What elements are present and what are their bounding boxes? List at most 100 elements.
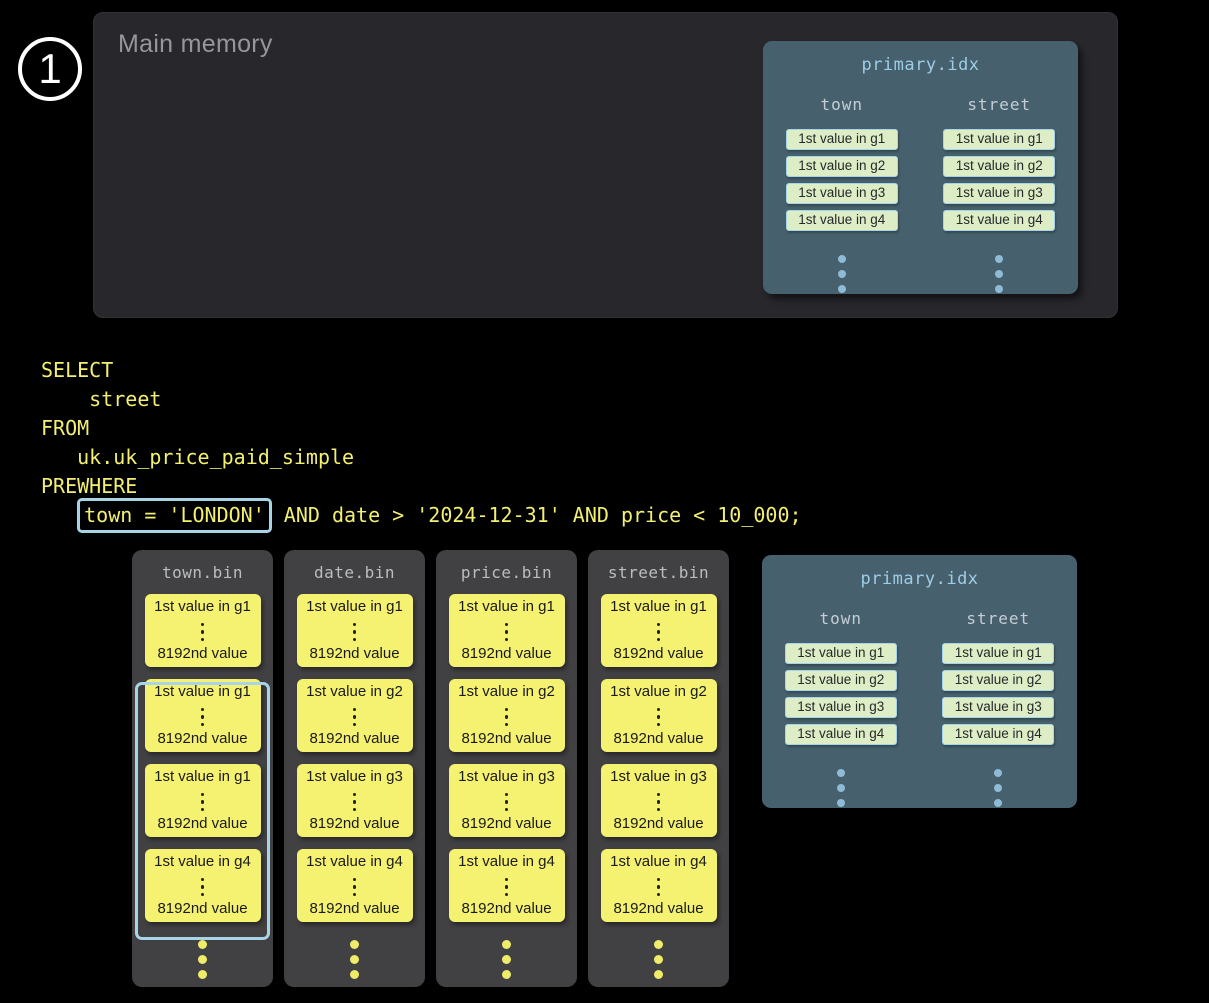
granule-first-value: 1st value in g1: [458, 598, 555, 615]
ellipsis-dots-icon: [657, 704, 661, 727]
granule-block: 1st value in g3 8192nd value: [601, 764, 717, 837]
primary-idx-columns: town 1st value in g1 1st value in g2 1st…: [762, 609, 1077, 807]
bin-file-title: date.bin: [284, 563, 425, 582]
idx-column-town: town 1st value in g1 1st value in g2 1st…: [786, 95, 898, 293]
granule-block: 1st value in g3 8192nd value: [449, 764, 565, 837]
ellipsis-dots-icon: [994, 762, 1002, 807]
ellipsis-dots-icon: [837, 762, 845, 807]
index-entry: 1st value in g3: [943, 183, 1055, 204]
ellipsis-dots-icon: [284, 934, 425, 979]
ellipsis-dots-icon: [505, 704, 509, 727]
bin-file-title: price.bin: [436, 563, 577, 582]
bin-file-price: price.bin 1st value in g1 8192nd value 1…: [436, 550, 577, 987]
step-number: 1: [38, 45, 61, 93]
primary-idx-title: primary.idx: [763, 41, 1078, 75]
granule-block: 1st value in g4 8192nd value: [601, 849, 717, 922]
granule-first-value: 1st value in g4: [306, 853, 403, 870]
granule-block: 1st value in g2 8192nd value: [601, 679, 717, 752]
granule-block: 1st value in g1 8192nd value: [145, 679, 261, 752]
index-entry: 1st value in g4: [942, 724, 1054, 745]
ellipsis-dots-icon: [353, 789, 357, 812]
idx-column-header: street: [967, 95, 1031, 114]
granule-last-value: 8192nd value: [309, 815, 399, 832]
primary-idx-columns: town 1st value in g1 1st value in g2 1st…: [763, 95, 1078, 293]
granule-block: 1st value in g2 8192nd value: [297, 679, 413, 752]
granule-first-value: 1st value in g4: [610, 853, 707, 870]
granule-last-value: 8192nd value: [461, 730, 551, 747]
primary-idx-box-memory: primary.idx town 1st value in g1 1st val…: [763, 41, 1078, 294]
sql-line-select: SELECT: [41, 356, 802, 385]
granule-last-value: 8192nd value: [613, 815, 703, 832]
bin-file-title: town.bin: [132, 563, 273, 582]
step-badge: 1: [18, 37, 82, 101]
idx-column-street: street 1st value in g1 1st value in g2 1…: [943, 95, 1055, 293]
index-entry: 1st value in g4: [943, 210, 1055, 231]
granule-block: 1st value in g1 8192nd value: [297, 594, 413, 667]
index-entry: 1st value in g1: [785, 643, 897, 664]
ellipsis-dots-icon: [505, 619, 509, 642]
ellipsis-dots-icon: [436, 934, 577, 979]
granule-first-value: 1st value in g3: [458, 768, 555, 785]
granule-first-value: 1st value in g1: [154, 683, 251, 700]
ellipsis-dots-icon: [657, 789, 661, 812]
ellipsis-dots-icon: [353, 704, 357, 727]
granule-last-value: 8192nd value: [309, 645, 399, 662]
granule-block: 1st value in g1 8192nd value: [145, 594, 261, 667]
granule-last-value: 8192nd value: [309, 900, 399, 917]
granule-last-value: 8192nd value: [461, 645, 551, 662]
ellipsis-dots-icon: [353, 874, 357, 897]
granule-first-value: 1st value in g2: [610, 683, 707, 700]
index-entry: 1st value in g1: [943, 129, 1055, 150]
idx-column-town: town 1st value in g1 1st value in g2 1st…: [785, 609, 897, 807]
ellipsis-dots-icon: [353, 619, 357, 642]
ellipsis-dots-icon: [132, 934, 273, 979]
bin-file-title: street.bin: [588, 563, 729, 582]
ellipsis-dots-icon: [201, 619, 205, 642]
granule-first-value: 1st value in g1: [154, 598, 251, 615]
ellipsis-dots-icon: [201, 874, 205, 897]
index-entry: 1st value in g2: [942, 670, 1054, 691]
index-entry: 1st value in g3: [786, 183, 898, 204]
index-entry: 1st value in g2: [785, 670, 897, 691]
granule-block: 1st value in g1 8192nd value: [145, 764, 261, 837]
granule-block: 1st value in g3 8192nd value: [297, 764, 413, 837]
granule-last-value: 8192nd value: [157, 645, 247, 662]
granule-last-value: 8192nd value: [157, 900, 247, 917]
index-entry: 1st value in g4: [785, 724, 897, 745]
sql-query: SELECT street FROM uk.uk_price_paid_simp…: [41, 356, 802, 530]
granule-last-value: 8192nd value: [157, 730, 247, 747]
idx-column-header: town: [819, 609, 862, 628]
granule-first-value: 1st value in g2: [458, 683, 555, 700]
granule-block: 1st value in g4 8192nd value: [449, 849, 565, 922]
granule-first-value: 1st value in g4: [458, 853, 555, 870]
ellipsis-dots-icon: [201, 789, 205, 812]
idx-column-header: street: [966, 609, 1030, 628]
granule-first-value: 1st value in g1: [154, 768, 251, 785]
granule-block: 1st value in g4 8192nd value: [297, 849, 413, 922]
granule-last-value: 8192nd value: [461, 900, 551, 917]
ellipsis-dots-icon: [657, 874, 661, 897]
ellipsis-dots-icon: [201, 704, 205, 727]
granule-first-value: 1st value in g3: [306, 768, 403, 785]
index-entry: 1st value in g4: [786, 210, 898, 231]
sql-line-from: FROM: [41, 414, 802, 443]
granule-last-value: 8192nd value: [157, 815, 247, 832]
granule-last-value: 8192nd value: [309, 730, 399, 747]
sql-indent: [41, 503, 77, 527]
main-memory-title: Main memory: [118, 30, 273, 59]
index-entry: 1st value in g1: [942, 643, 1054, 664]
primary-idx-title: primary.idx: [762, 555, 1077, 589]
primary-idx-box-disk: primary.idx town 1st value in g1 1st val…: [762, 555, 1077, 808]
granule-block: 1st value in g1 8192nd value: [449, 594, 565, 667]
sql-condition-rest: AND date > '2024-12-31' AND price < 10_0…: [272, 503, 802, 527]
sql-line-table: uk.uk_price_paid_simple: [41, 443, 802, 472]
granule-last-value: 8192nd value: [613, 730, 703, 747]
ellipsis-dots-icon: [505, 874, 509, 897]
granule-block: 1st value in g4 8192nd value: [145, 849, 261, 922]
granule-last-value: 8192nd value: [613, 900, 703, 917]
granule-first-value: 1st value in g1: [306, 598, 403, 615]
sql-line-prewhere: PREWHERE: [41, 472, 802, 501]
index-entry: 1st value in g2: [786, 156, 898, 177]
ellipsis-dots-icon: [995, 248, 1003, 293]
highlighted-predicate: town = 'LONDON': [84, 503, 265, 527]
